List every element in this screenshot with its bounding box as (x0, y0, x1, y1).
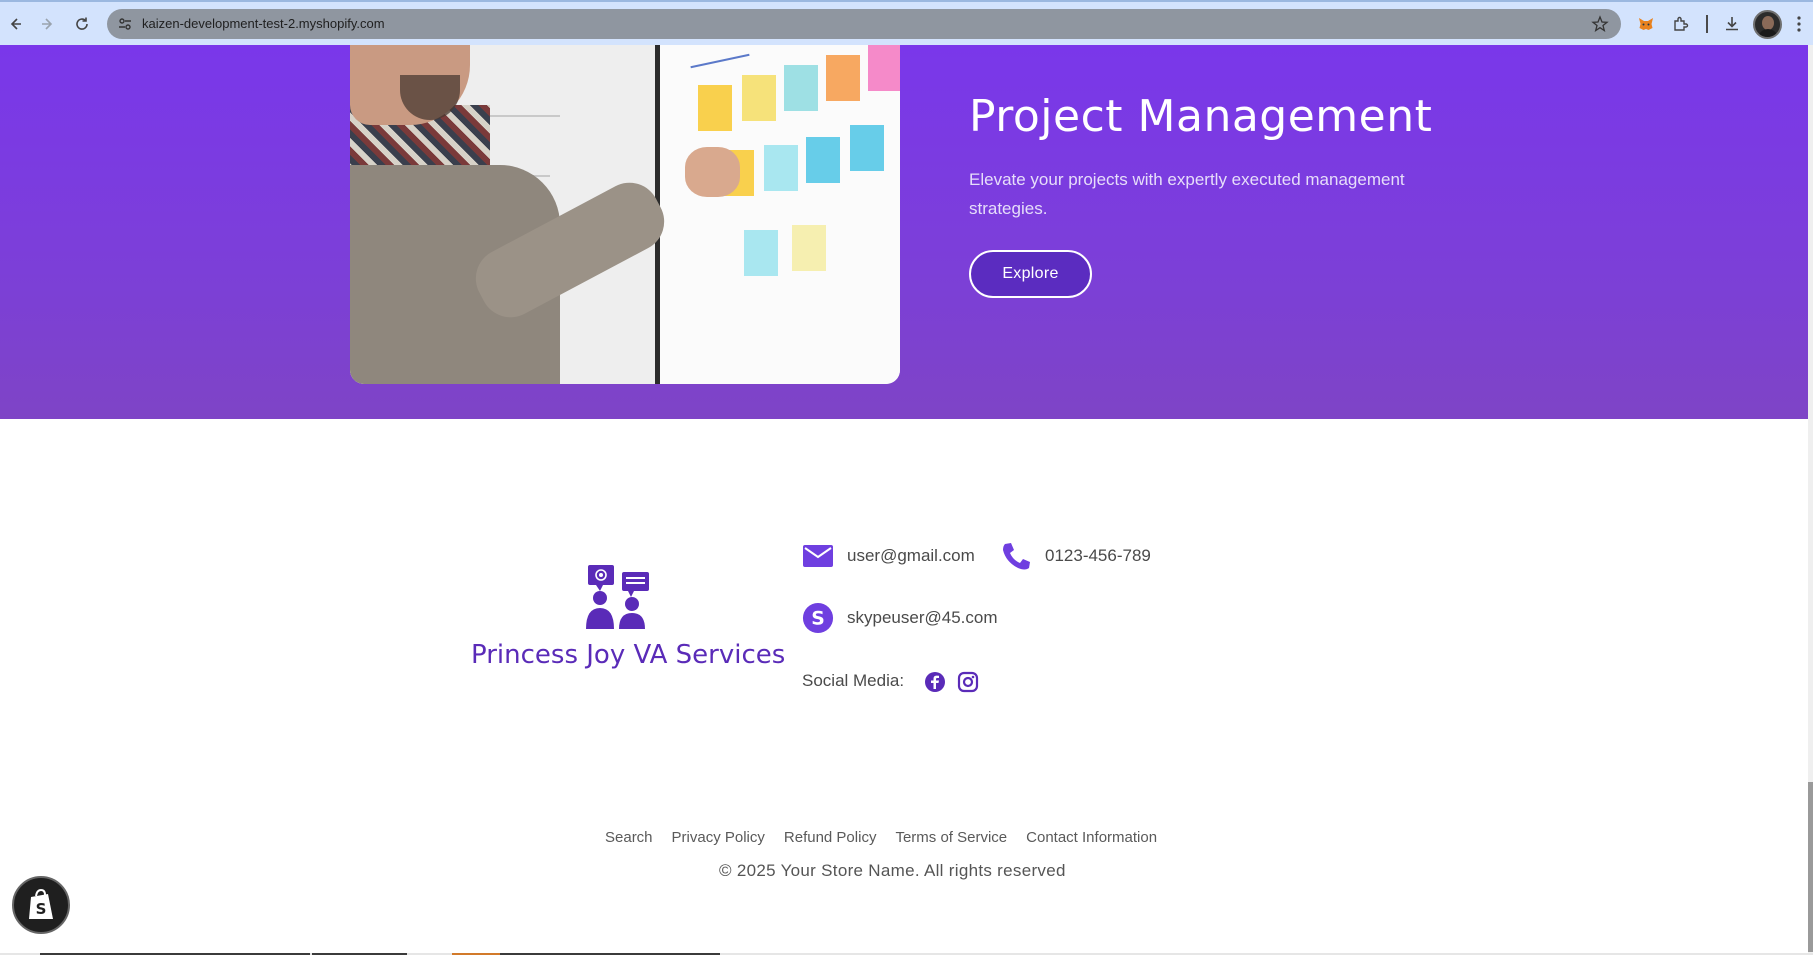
shopify-bag-icon: S (29, 888, 53, 919)
puzzle-icon (1674, 16, 1689, 31)
kebab-menu-icon (1797, 16, 1801, 32)
footer-link-terms-of-service[interactable]: Terms of Service (895, 829, 1007, 846)
va-team-logo-icon (586, 565, 649, 629)
downloads-button[interactable] (1719, 11, 1745, 37)
hero-description: Elevate your projects with expertly exec… (969, 170, 1405, 218)
site-settings-icon[interactable] (117, 16, 133, 32)
footer-link-refund-policy[interactable]: Refund Policy (784, 829, 877, 846)
photo-whiteboard (660, 45, 900, 384)
phone-icon (1000, 540, 1032, 572)
shopify-preview-button[interactable]: S (12, 876, 70, 934)
skype-icon: S (802, 602, 834, 634)
planning-board-photo (350, 45, 900, 384)
fox-icon (1639, 18, 1653, 30)
facebook-icon[interactable] (924, 671, 946, 693)
email-text: user@gmail.com (847, 546, 975, 565)
brand-name: Princess Joy VA Services (471, 640, 786, 670)
footer-link-contact-information[interactable]: Contact Information (1026, 829, 1157, 846)
email-contact[interactable]: user@gmail.com (802, 540, 975, 572)
url-text: kaizen-development-test-2.myshopify.com (142, 16, 385, 31)
arrow-right-icon (42, 18, 53, 30)
back-button[interactable] (3, 12, 27, 36)
browser-menu-button[interactable] (1789, 11, 1809, 37)
reload-icon (76, 17, 88, 30)
footer-link-privacy-policy[interactable]: Privacy Policy (672, 829, 765, 846)
footer-nav: Search Privacy Policy Refund Policy Term… (605, 829, 1176, 846)
browser-window: { "browser": { "url": "kaizen-developmen… (0, 0, 1813, 955)
forward-button[interactable] (36, 12, 60, 36)
photo-person-hand (685, 147, 740, 197)
browser-toolbar: kaizen-development-test-2.myshopify.com (0, 0, 1813, 45)
phone-contact[interactable]: 0123-456-789 (1000, 540, 1151, 572)
svg-text:S: S (36, 900, 47, 918)
profile-avatar[interactable] (1753, 10, 1782, 39)
scrollbar-thumb[interactable] (1808, 782, 1813, 952)
arrow-left-icon (10, 18, 21, 30)
skype-text: skypeuser@45.com (847, 608, 998, 627)
hero-banner: Project Management Elevate your projects… (0, 45, 1808, 419)
copyright-text: © 2025 Your Store Name. All rights reser… (719, 861, 1066, 880)
reload-button[interactable] (70, 12, 94, 36)
extensions-button[interactable] (1668, 11, 1694, 37)
toolbar-separator (1706, 15, 1708, 33)
avatar-body (1758, 29, 1778, 37)
star-icon[interactable] (1591, 15, 1609, 33)
address-bar[interactable]: kaizen-development-test-2.myshopify.com (107, 9, 1621, 39)
envelope-icon (802, 540, 834, 572)
social-media-label: Social Media: (802, 671, 905, 690)
svg-text:S: S (811, 609, 825, 630)
download-icon (1726, 17, 1738, 31)
skype-contact[interactable]: S skypeuser@45.com (802, 602, 998, 634)
footer-link-search[interactable]: Search (605, 829, 653, 846)
avatar-face (1762, 16, 1774, 30)
hero-title: Project Management (969, 91, 1433, 142)
phone-text: 0123-456-789 (1045, 546, 1151, 565)
explore-button[interactable]: Explore (969, 250, 1092, 298)
instagram-icon[interactable] (957, 671, 979, 693)
metamask-extension-button[interactable] (1633, 11, 1659, 37)
